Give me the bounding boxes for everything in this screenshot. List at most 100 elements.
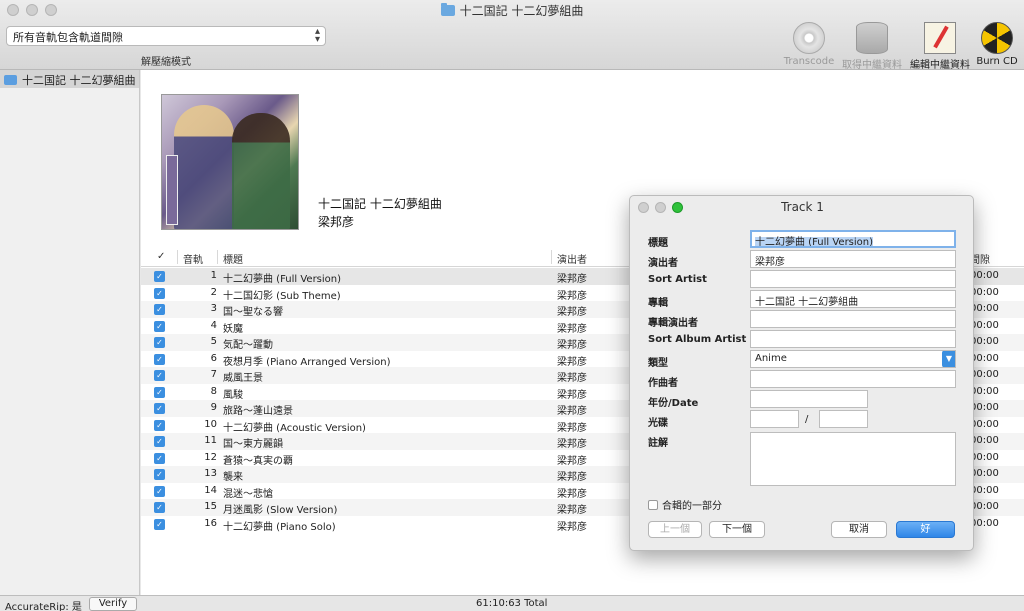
track-title: 国～聖なる響 [223,307,283,318]
ok-button[interactable]: 好 [896,521,955,538]
track-number: 13 [204,468,217,479]
track-checkbox[interactable]: ✓ [154,304,165,315]
track-checkbox[interactable]: ✓ [154,403,165,414]
track-checkbox[interactable]: ✓ [154,287,165,299]
verify-button[interactable]: Verify [89,597,137,611]
track-title: 風駿 [223,389,243,401]
database-icon [856,22,888,54]
track-checkbox[interactable]: ✓ [154,419,165,431]
track-checkbox[interactable]: ✓ [154,337,165,348]
status-bar: AccurateRip: 是 Verify 61:10:63 Total [0,595,1024,611]
disc-number-field[interactable] [750,410,799,428]
track-number: 4 [210,319,217,331]
track-gap: 00:00 [970,484,999,496]
track-checkbox[interactable]: ✓ [154,518,165,530]
track-number: 1 [210,270,217,281]
track-checkbox[interactable]: ✓ [154,370,165,381]
accuraterip-status: AccurateRip: 是 [5,602,82,611]
track-number: 5 [210,336,217,347]
checkbox-box [648,500,658,510]
composer-field[interactable] [750,370,956,388]
cancel-button[interactable]: 取消 [831,521,887,538]
notes-textarea[interactable] [750,432,956,486]
sort-album-artist-label: Sort Album Artist [648,334,747,345]
folder-icon [4,75,17,85]
composer-label: 作曲者 [648,378,678,389]
track-gap: 00:00 [970,352,999,364]
sort-artist-field[interactable] [750,270,956,288]
track-title: 十二幻夢曲 (Full Version) [223,274,342,285]
track-title: 気配～躍動 [223,340,273,351]
burn-cd-button[interactable]: Burn CD [957,22,1024,67]
track-checkbox[interactable]: ✓ [154,452,165,464]
compilation-checkbox[interactable]: 合輯的一部分 [648,497,722,512]
genre-select[interactable]: Anime ▼ [750,350,956,368]
track-title: 十二幻夢曲 (Piano Solo) [223,521,336,533]
title-field-value: 十二幻夢曲 (Full Version) [755,237,874,248]
column-header-track[interactable]: 音軌 [183,251,203,266]
track-number: 12 [204,451,217,463]
track-gap: 00:00 [970,435,999,446]
notepad-icon [924,22,956,54]
folder-icon [440,3,455,16]
track-checkbox[interactable]: ✓ [154,353,165,365]
burn-radiation-icon [981,22,1013,54]
track-checkbox[interactable]: ✓ [154,386,165,398]
track-number: 2 [210,286,217,298]
burn-cd-label: Burn CD [976,56,1018,67]
gap-mode-value: 所有音軌包含軌道間隙 [13,31,123,44]
next-track-button[interactable]: 下一個 [709,521,765,538]
track-artist: 梁邦彦 [557,488,587,500]
track-artist: 梁邦彦 [557,455,587,467]
track-number: 14 [204,484,217,496]
track-checkbox[interactable]: ✓ [154,436,165,447]
year-label: 年份/Date [648,398,699,409]
column-header-title[interactable]: 標題 [223,251,243,266]
album-field[interactable]: 十二国記 十二幻夢組曲 [750,290,956,308]
disc-total-field[interactable] [819,410,868,428]
album-artist-field[interactable] [750,310,956,328]
track-gap: 00:00 [970,517,999,529]
track-gap: 00:00 [970,501,999,512]
track-gap: 00:00 [970,451,999,463]
album-title: 十二国記 十二幻夢組曲 [318,197,442,211]
track-checkbox[interactable]: ✓ [154,485,165,497]
track-artist: 梁邦彦 [557,439,587,450]
album-label: 專輯 [648,298,668,309]
window-title-text: 十二国記 十二幻夢組曲 [459,4,584,18]
track-title: 威風王景 [223,373,263,384]
updown-chevron-icon: ▴ ▾ [314,26,320,45]
column-header-artist[interactable]: 演出者 [557,251,587,266]
disc-label: 光碟 [648,418,668,429]
track-checkbox[interactable]: ✓ [154,320,165,332]
window-titlebar: 十二国記 十二幻夢組曲 所有音軌包含軌道間隙 ▴ ▾ 解壓縮模式 Transcod… [0,0,1024,71]
track-title: 月迷風影 (Slow Version) [223,505,338,516]
track-number: 15 [204,501,217,512]
track-title: 十二幻夢曲 (Acoustic Version) [223,422,366,434]
sidebar-item-album[interactable]: 十二国記 十二幻夢組曲 [0,70,139,88]
album-cover-art [161,94,299,230]
previous-track-button[interactable]: 上一個 [648,521,702,538]
window-title: 十二国記 十二幻夢組曲 [0,2,1024,19]
track-artist: 梁邦彦 [557,274,587,285]
notes-label: 註解 [648,438,668,449]
track-artist: 梁邦彦 [557,307,587,318]
track-title: 妖魔 [223,323,243,335]
title-field[interactable]: 十二幻夢曲 (Full Version) [750,230,956,248]
year-field[interactable] [750,390,868,408]
total-duration: 61:10:63 Total [476,598,548,609]
sort-album-artist-field[interactable] [750,330,956,348]
column-header-check[interactable]: ✓ [157,251,165,262]
artist-field[interactable]: 梁邦彦 [750,250,956,268]
track-checkbox[interactable]: ✓ [154,271,165,282]
track-artist: 梁邦彦 [557,406,587,417]
track-number: 8 [210,385,217,397]
gap-mode-select[interactable]: 所有音軌包含軌道間隙 ▴ ▾ [6,26,326,46]
track-checkbox[interactable]: ✓ [154,502,165,513]
title-label: 標題 [648,238,668,249]
sidebar-item-label: 十二国記 十二幻夢組曲 [22,74,136,87]
track-gap: 00:00 [970,319,999,331]
track-checkbox[interactable]: ✓ [154,469,165,480]
track-artist: 梁邦彦 [557,505,587,516]
track-number: 9 [210,402,217,413]
